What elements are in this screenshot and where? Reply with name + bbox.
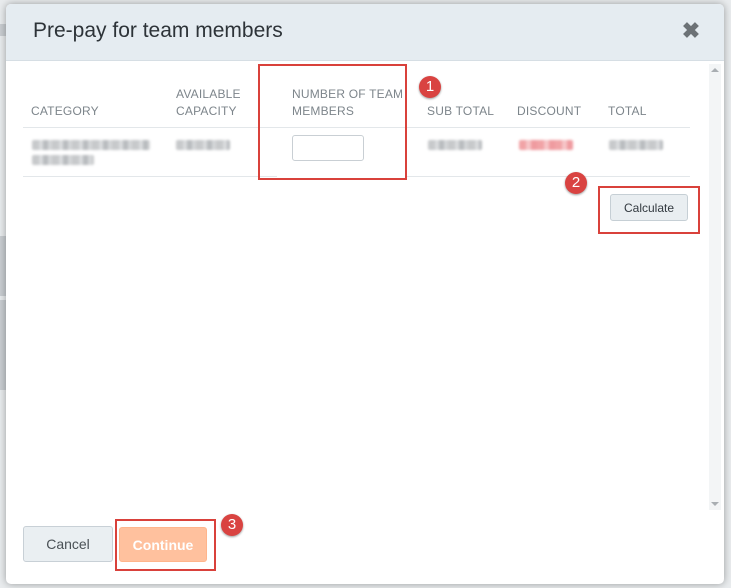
scroll-down-icon[interactable] [711, 502, 719, 506]
annotation-box-1 [258, 64, 407, 180]
table-row-divider [407, 176, 690, 177]
annotation-badge-3: 3 [221, 514, 243, 536]
column-header-available-capacity: AVAILABLE CAPACITY [176, 87, 241, 118]
column-header-discount: DISCOUNT [517, 104, 582, 118]
table-row-divider [23, 176, 277, 177]
cancel-button[interactable]: Cancel [23, 526, 113, 562]
modal-scrollbar[interactable] [709, 64, 721, 510]
annotation-badge-2: 2 [565, 172, 587, 194]
category-value-line2 [32, 155, 94, 165]
annotation-badge-1: 1 [419, 76, 441, 98]
annotation-box-2 [598, 186, 700, 234]
column-header-sub-total: SUB TOTAL [427, 104, 495, 118]
column-header-category: CATEGORY [31, 104, 99, 118]
column-header-total: TOTAL [608, 104, 647, 118]
category-value [32, 140, 150, 150]
total-value [609, 140, 663, 150]
modal-header: Pre-pay for team members ✖ [6, 4, 724, 61]
modal-title: Pre-pay for team members [33, 19, 283, 42]
available-capacity-value [176, 140, 230, 150]
annotation-box-3 [115, 519, 216, 571]
discount-value [519, 140, 573, 150]
scroll-up-icon[interactable] [711, 68, 719, 72]
close-icon[interactable]: ✖ [681, 20, 701, 42]
sub-total-value [428, 140, 482, 150]
